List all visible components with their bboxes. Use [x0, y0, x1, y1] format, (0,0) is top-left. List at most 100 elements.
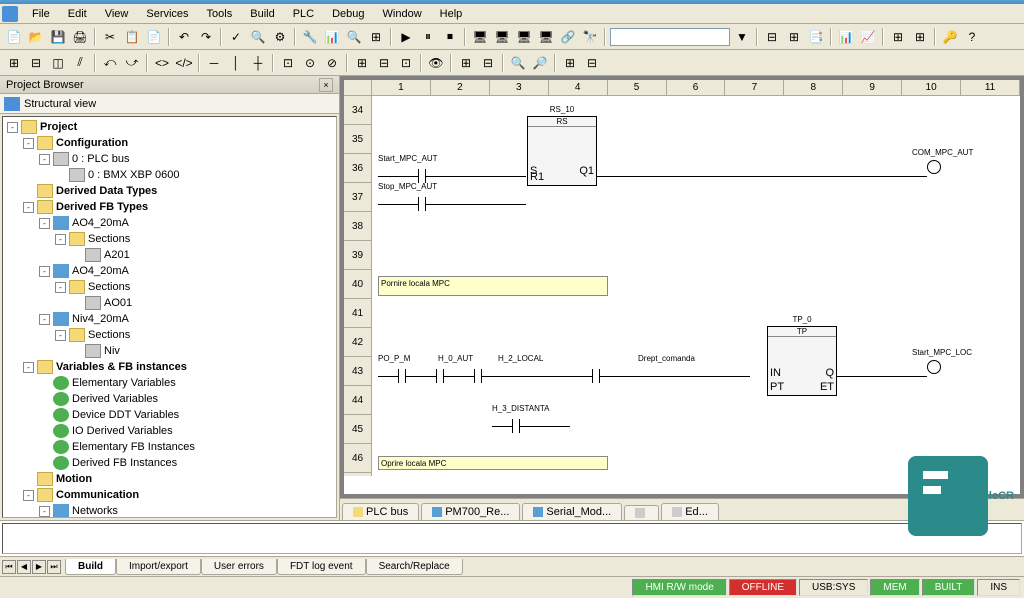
comment-1[interactable]: Pornire locala MPC	[378, 276, 608, 296]
tree-toggle-icon[interactable]: -	[39, 154, 50, 165]
down-icon[interactable]: ▼	[732, 27, 752, 47]
eye-icon[interactable]: 👁	[426, 53, 446, 73]
btn-f[interactable]: ⊞	[366, 27, 386, 47]
tree-toggle-icon[interactable]: -	[23, 138, 34, 149]
t2-s[interactable]: ⊟	[478, 53, 498, 73]
save-icon[interactable]: 💾	[48, 27, 68, 47]
tree-item[interactable]: -Sections	[5, 231, 334, 247]
wire-q1[interactable]	[597, 166, 927, 186]
btn-e[interactable]: 🔍	[344, 27, 364, 47]
t2-b[interactable]: ⊟	[26, 53, 46, 73]
first-icon[interactable]: ⏮	[2, 560, 16, 574]
t2-g[interactable]: <>	[152, 53, 172, 73]
btn-q[interactable]: ⊞	[910, 27, 930, 47]
btn-b[interactable]: ⚙	[270, 27, 290, 47]
btn-n[interactable]: 📊	[836, 27, 856, 47]
redo-icon[interactable]: ↷	[196, 27, 216, 47]
tree-item[interactable]: A201	[5, 247, 334, 263]
screen4-icon[interactable]: 🖥	[536, 27, 556, 47]
t2-d[interactable]: ⫽	[70, 53, 90, 73]
tree-item[interactable]: Elementary FB Instances	[5, 439, 334, 455]
new-icon[interactable]: 📄	[4, 27, 24, 47]
tree-item[interactable]: Elementary Variables	[5, 375, 334, 391]
doc-tab[interactable]: Ed...	[661, 503, 719, 520]
tree-toggle-icon[interactable]: -	[23, 490, 34, 501]
tree-item[interactable]: -Networks	[5, 503, 334, 518]
t2-e[interactable]: ⤺	[100, 53, 120, 73]
tree-item[interactable]: -Derived FB Types	[5, 199, 334, 215]
t2-p[interactable]: ⊟	[374, 53, 394, 73]
tp-block[interactable]: TP_0 TP IN Q PT ET	[767, 326, 837, 396]
open-icon[interactable]: 📂	[26, 27, 46, 47]
tree-item[interactable]: -Configuration	[5, 135, 334, 151]
rs-block[interactable]: RS_10 RS S Q1 R1	[527, 116, 597, 186]
tree-toggle-icon[interactable]: -	[55, 330, 66, 341]
tab-fdt[interactable]: FDT log event	[277, 559, 366, 575]
t2-m[interactable]: ⊙	[300, 53, 320, 73]
btn-a[interactable]: 🔍	[248, 27, 268, 47]
btn-h[interactable]: ⏸	[418, 27, 438, 47]
tab-import[interactable]: Import/export	[116, 559, 201, 575]
t2-r[interactable]: ⊞	[456, 53, 476, 73]
next-icon[interactable]: ▶	[32, 560, 46, 574]
t2-h[interactable]: </>	[174, 53, 194, 73]
doc-tab[interactable]: PM700_Re...	[421, 503, 520, 520]
tree-toggle-icon[interactable]: -	[7, 122, 18, 133]
btn-i[interactable]: ⏹	[440, 27, 460, 47]
t2-j[interactable]: │	[226, 53, 246, 73]
t2-i[interactable]: ─	[204, 53, 224, 73]
t2-n[interactable]: ⊘	[322, 53, 342, 73]
tree-item[interactable]: -Niv4_20mA	[5, 311, 334, 327]
doc-tab[interactable]	[624, 505, 659, 520]
tree-item[interactable]: -AO4_20mA	[5, 263, 334, 279]
menu-help[interactable]: Help	[432, 6, 471, 22]
t2-u[interactable]: 🔎	[530, 53, 550, 73]
t2-t[interactable]: 🔍	[508, 53, 528, 73]
screen2-icon[interactable]: 🖥	[492, 27, 512, 47]
tree-item[interactable]: 0 : BMX XBP 0600	[5, 167, 334, 183]
menu-tools[interactable]: Tools	[199, 6, 241, 22]
contact-stop[interactable]: Stop_MPC_AUT	[378, 194, 528, 214]
btn-c[interactable]: 🔧	[300, 27, 320, 47]
menu-debug[interactable]: Debug	[324, 6, 372, 22]
t2-k[interactable]: ┼	[248, 53, 268, 73]
t2-f[interactable]: ⤻	[122, 53, 142, 73]
tree-toggle-icon[interactable]: -	[55, 282, 66, 293]
menu-build[interactable]: Build	[242, 6, 282, 22]
cut-icon[interactable]: ✂	[100, 27, 120, 47]
btn-p[interactable]: ⊞	[888, 27, 908, 47]
t2-o[interactable]: ⊞	[352, 53, 372, 73]
t2-a[interactable]: ⊞	[4, 53, 24, 73]
doc-tab[interactable]: PLC bus	[342, 503, 419, 520]
t2-w[interactable]: ⊟	[582, 53, 602, 73]
tree-item[interactable]: -Sections	[5, 327, 334, 343]
structural-view-icon[interactable]	[4, 97, 20, 111]
t2-c[interactable]: ◫	[48, 53, 68, 73]
tree-item[interactable]: Device DDT Variables	[5, 407, 334, 423]
tree-item[interactable]: -Project	[5, 119, 334, 135]
close-icon[interactable]: ×	[319, 78, 333, 92]
tree-item[interactable]: -AO4_20mA	[5, 215, 334, 231]
prev-icon[interactable]: ◀	[17, 560, 31, 574]
tree-item[interactable]: -0 : PLC bus	[5, 151, 334, 167]
ladder-editor[interactable]: 1 2 3 4 5 6 7 8 9 10 11 3435363738394041…	[344, 80, 1020, 494]
tree-item[interactable]: Derived Data Types	[5, 183, 334, 199]
tree-item[interactable]: -Communication	[5, 487, 334, 503]
menu-file[interactable]: File	[24, 6, 58, 22]
btn-d[interactable]: 📊	[322, 27, 342, 47]
validate-icon[interactable]: ✓	[226, 27, 246, 47]
menu-window[interactable]: Window	[375, 6, 430, 22]
rung-43[interactable]: PO_P_M H_0_AUT H_2_LOCAL Drept_comanda	[378, 366, 768, 386]
tree-toggle-icon[interactable]: -	[39, 506, 50, 517]
doc-tab[interactable]: Serial_Mod...	[522, 503, 622, 520]
ladder-grid[interactable]: RS_10 RS S Q1 R1 Start_MPC_AUT Stop_MPC_…	[372, 96, 1020, 476]
tree-item[interactable]: Motion	[5, 471, 334, 487]
screen3-icon[interactable]: 🖥	[514, 27, 534, 47]
project-tree[interactable]: -Project-Configuration-0 : PLC bus0 : BM…	[2, 116, 337, 518]
tree-item[interactable]: IO Derived Variables	[5, 423, 334, 439]
coil-start-loc[interactable]	[927, 360, 941, 374]
output-content[interactable]	[2, 523, 1022, 554]
tree-toggle-icon[interactable]: -	[39, 314, 50, 325]
menu-edit[interactable]: Edit	[60, 6, 95, 22]
binoculars-icon[interactable]: 🔭	[580, 27, 600, 47]
